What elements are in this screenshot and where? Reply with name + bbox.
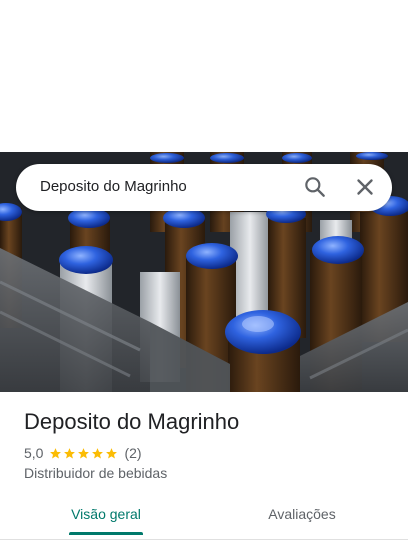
review-count[interactable]: (2) bbox=[124, 445, 141, 461]
place-tabs: Visão geral Avaliações bbox=[0, 496, 408, 536]
place-title: Deposito do Magrinho bbox=[24, 409, 240, 434]
tab-reviews-label: Avaliações bbox=[268, 506, 336, 522]
star-icon bbox=[106, 447, 118, 458]
search-input[interactable]: Deposito do Magrinho bbox=[40, 178, 187, 195]
tab-overview[interactable]: Visão geral bbox=[31, 496, 181, 536]
tab-overview-label: Visão geral bbox=[71, 506, 141, 522]
search-icon[interactable] bbox=[302, 174, 328, 200]
star-icon bbox=[64, 447, 76, 458]
place-category: Distribuidor de bebidas bbox=[24, 465, 168, 481]
rating-stars bbox=[49, 447, 118, 460]
active-tab-indicator bbox=[69, 532, 143, 535]
star-icon bbox=[92, 447, 104, 458]
rating-value: 5,0 bbox=[24, 445, 44, 461]
top-blank-area bbox=[0, 0, 408, 152]
close-icon[interactable] bbox=[352, 174, 378, 200]
star-icon bbox=[78, 447, 90, 458]
rating-row[interactable]: 5,0 (2) bbox=[24, 444, 142, 462]
search-bar[interactable]: Deposito do Magrinho bbox=[16, 164, 392, 211]
tabs-divider bbox=[0, 539, 408, 540]
star-icon bbox=[50, 447, 62, 458]
tab-reviews[interactable]: Avaliações bbox=[227, 496, 377, 536]
